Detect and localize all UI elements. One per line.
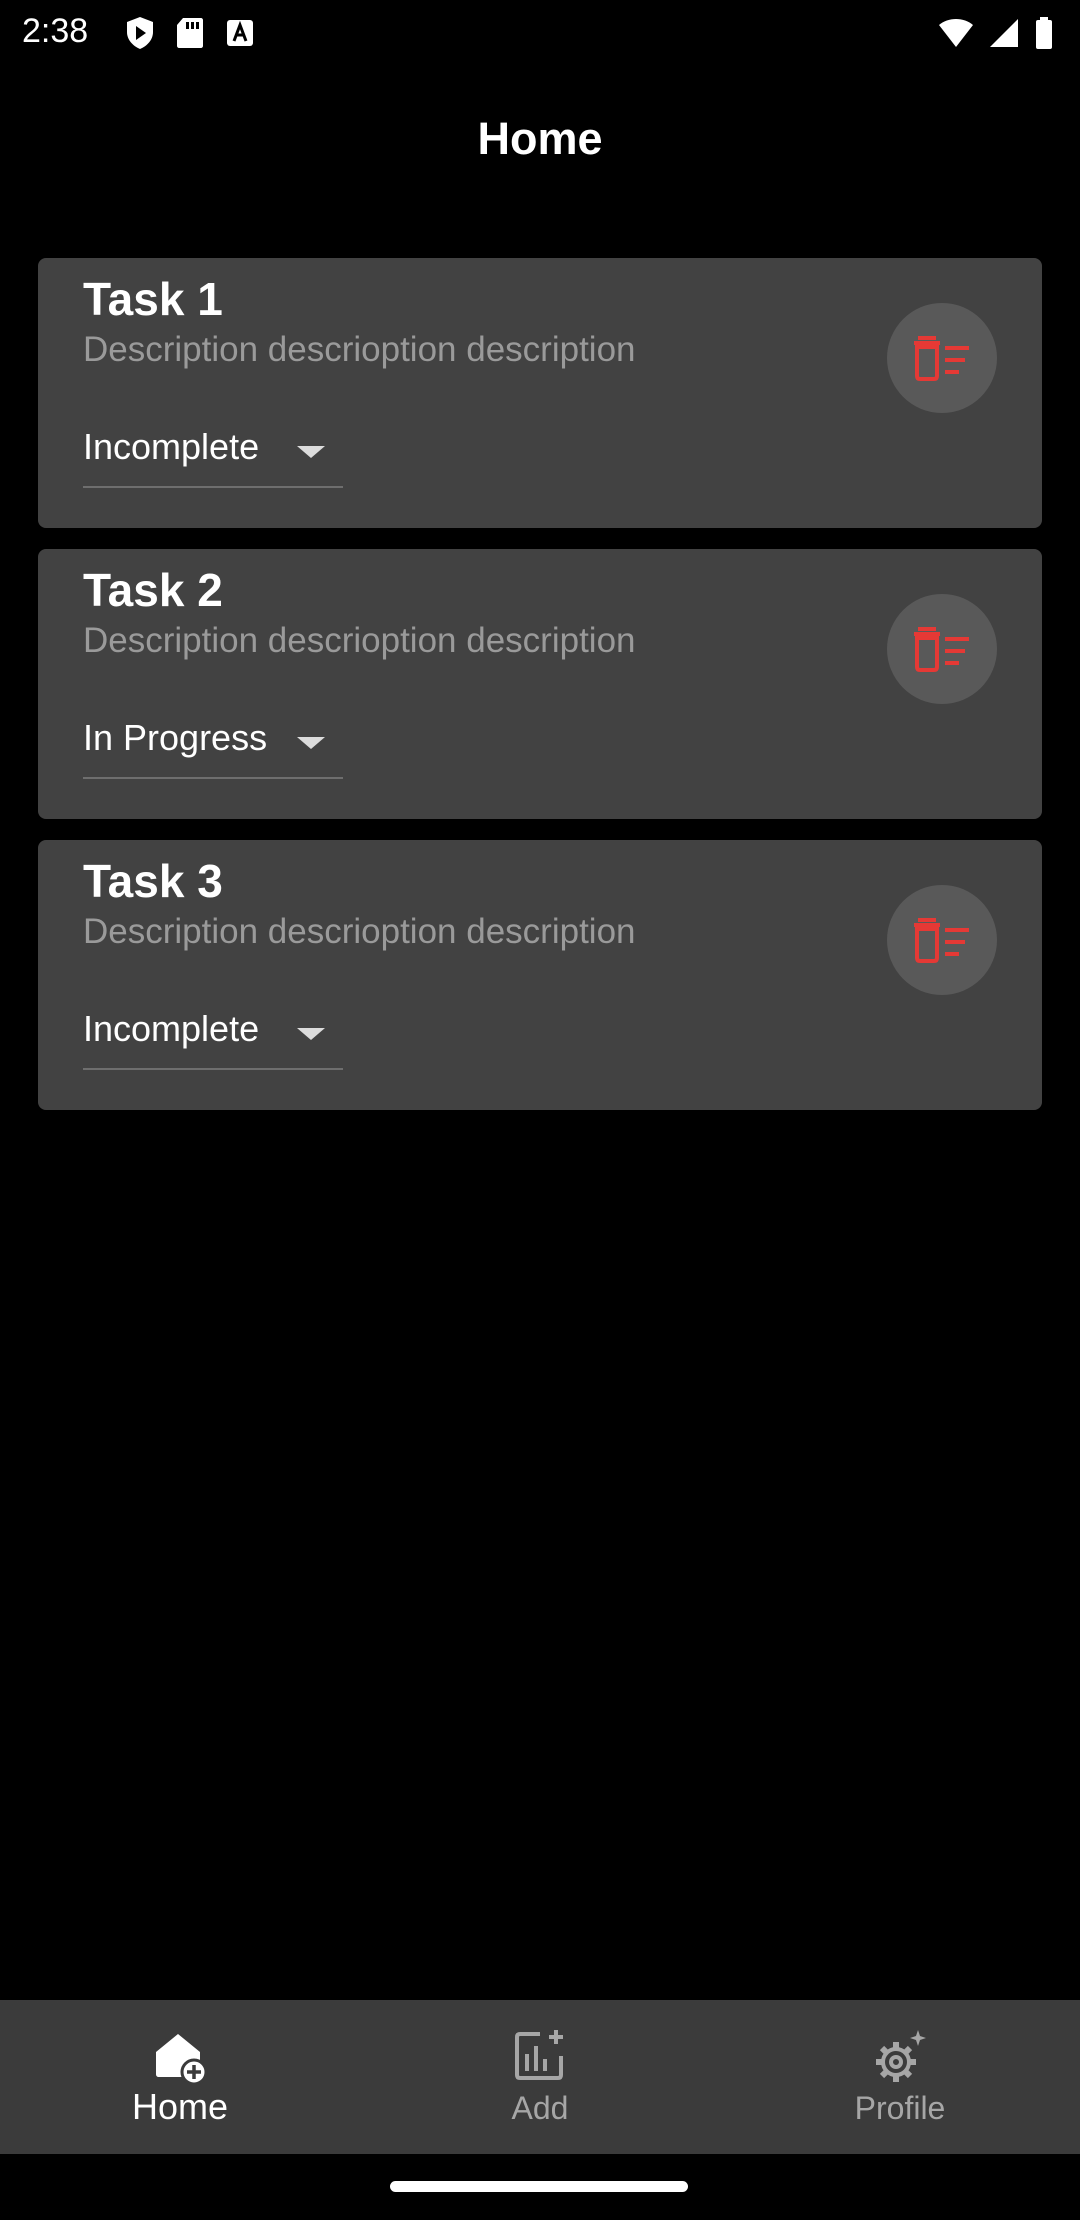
dropdown-arrow-icon xyxy=(297,737,325,749)
sd-card-icon xyxy=(177,18,203,48)
settings-sparkle-icon xyxy=(876,2030,926,2082)
status-dropdown[interactable]: In Progress xyxy=(83,717,343,779)
task-list: Task 1 Description descrioption descript… xyxy=(38,258,1042,1131)
task-description: Description descrioption description xyxy=(83,621,636,660)
task-card: Task 1 Description descrioption descript… xyxy=(38,258,1042,528)
task-card: Task 3 Description descrioption descript… xyxy=(38,840,1042,1110)
task-card: Task 2 Description descrioption descript… xyxy=(38,549,1042,819)
delete-sweep-icon xyxy=(914,918,969,963)
delete-task-button[interactable] xyxy=(887,303,997,413)
nav-item-home[interactable]: Home xyxy=(0,2000,360,2154)
bottom-navigation: Home Add Profile xyxy=(0,2000,1080,2154)
delete-task-button[interactable] xyxy=(887,885,997,995)
gesture-navigation-bar[interactable] xyxy=(390,2181,688,2192)
status-dropdown-value: Incomplete xyxy=(83,426,260,467)
delete-sweep-icon xyxy=(914,627,969,672)
battery-icon xyxy=(1036,17,1052,49)
task-title: Task 2 xyxy=(83,564,223,616)
status-dropdown[interactable]: Incomplete xyxy=(83,426,343,488)
nav-label-add: Add xyxy=(511,2090,569,2126)
nav-item-profile[interactable]: Profile xyxy=(720,2000,1080,2154)
delete-sweep-icon xyxy=(914,336,969,381)
home-add-icon xyxy=(156,2034,208,2086)
keyboard-a-icon xyxy=(227,20,253,46)
dropdown-arrow-icon xyxy=(297,446,325,458)
status-dropdown-value: In Progress xyxy=(83,717,268,758)
task-description: Description descrioption description xyxy=(83,912,636,951)
status-dropdown-value: Incomplete xyxy=(83,1008,260,1049)
task-description: Description descrioption description xyxy=(83,330,636,369)
status-bar: 2:38 xyxy=(0,0,1080,66)
wifi-icon xyxy=(939,19,973,47)
delete-task-button[interactable] xyxy=(887,594,997,704)
task-title: Task 3 xyxy=(83,855,223,907)
page-title: Home xyxy=(477,113,603,164)
nav-label-home: Home xyxy=(131,2086,229,2127)
nav-item-add[interactable]: Add xyxy=(360,2000,720,2154)
cellular-signal-icon xyxy=(990,19,1018,47)
status-time: 2:38 xyxy=(22,12,89,50)
shield-play-icon xyxy=(127,17,153,49)
status-dropdown[interactable]: Incomplete xyxy=(83,1008,343,1070)
add-chart-icon xyxy=(515,2030,563,2080)
dropdown-arrow-icon xyxy=(297,1028,325,1040)
task-title: Task 1 xyxy=(83,273,223,325)
nav-label-profile: Profile xyxy=(854,2090,946,2126)
